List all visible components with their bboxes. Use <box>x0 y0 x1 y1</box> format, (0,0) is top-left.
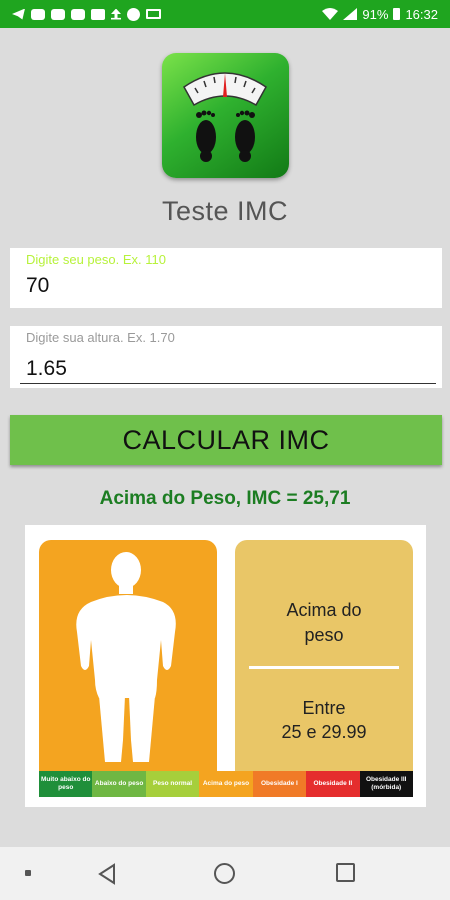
signal-icon <box>343 8 358 20</box>
mail-icon <box>91 8 105 20</box>
check-icon <box>127 7 140 21</box>
recents-icon[interactable] <box>336 863 355 882</box>
category-line-2: peso <box>304 625 344 645</box>
height-input[interactable]: 1.65 <box>26 357 67 381</box>
calculate-button[interactable]: CALCULAR IMC <box>10 415 442 465</box>
category-divider <box>249 666 399 669</box>
figure-panel <box>39 540 217 771</box>
app-title: Teste IMC <box>161 196 289 226</box>
nav-dot-icon <box>25 870 31 876</box>
scale-segment: Muito abaixo do peso <box>39 771 93 797</box>
body-silhouette-icon <box>76 552 176 762</box>
status-bar: 91% 16:32 <box>0 0 450 28</box>
youtube-icon <box>71 8 85 20</box>
home-icon[interactable] <box>214 863 235 884</box>
height-field[interactable]: Digite sua altura. Ex. 1.70 1.65 <box>10 326 442 388</box>
scale-segment: Obesidade I <box>252 771 307 797</box>
weight-field[interactable]: Digite seu peso. Ex. 110 70 <box>10 248 442 308</box>
telegram-icon <box>12 8 25 20</box>
laptop-icon <box>146 9 161 19</box>
back-icon[interactable] <box>96 863 118 885</box>
battery-percent: 91% <box>362 6 389 22</box>
bmi-scale: Muito abaixo do peso Abaixo do peso Peso… <box>39 771 413 797</box>
height-field-label: Digite sua altura. Ex. 1.70 <box>26 330 175 345</box>
scale-segment: Obesidade III (mórbida) <box>359 771 413 797</box>
range-label-line-1: Entre <box>302 698 346 718</box>
app-logo <box>162 53 289 178</box>
bathroom-scale-icon <box>183 72 267 162</box>
notification-icons <box>12 7 161 21</box>
wifi-icon <box>322 8 339 20</box>
category-line-1: Acima do <box>286 600 362 620</box>
height-field-underline <box>20 383 436 384</box>
system-icons: 91% 16:32 <box>322 7 438 22</box>
result-card: Acima do peso Entre 25 e 29.99 Muito aba… <box>25 525 426 807</box>
youtube-icon <box>51 8 65 20</box>
weight-field-label: Digite seu peso. Ex. 110 <box>26 252 166 267</box>
upload-icon <box>111 8 121 20</box>
result-text: Acima do Peso, IMC = 25,71 <box>99 488 351 509</box>
range-label-line-2: 25 e 29.99 <box>281 722 367 742</box>
scale-segment: Acima do peso <box>199 771 253 797</box>
category-label: Acima do peso <box>235 598 413 648</box>
clock: 16:32 <box>405 6 438 22</box>
youtube-icon <box>31 8 45 20</box>
battery-icon <box>393 8 401 20</box>
weight-input[interactable]: 70 <box>26 274 49 298</box>
scale-segment: Abaixo do peso <box>92 771 146 797</box>
category-panel: Acima do peso Entre 25 e 29.99 <box>235 540 413 771</box>
scale-segment: Obesidade II <box>306 771 360 797</box>
navigation-bar <box>0 847 450 900</box>
scale-segment: Peso normal <box>145 771 200 797</box>
